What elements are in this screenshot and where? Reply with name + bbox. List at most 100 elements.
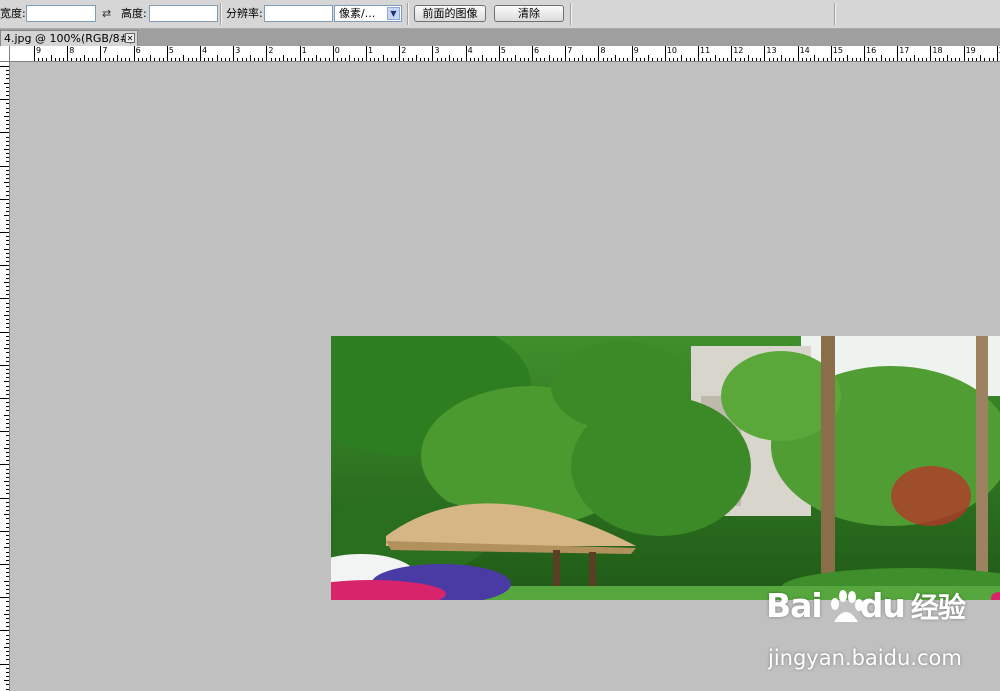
ruler-minor-tick [880, 55, 882, 61]
ruler-minor-tick [6, 368, 9, 370]
toolbar-divider [570, 3, 572, 25]
ruler-minor-tick [54, 58, 56, 61]
ruler-minor-tick [6, 534, 9, 536]
ruler-minor-tick [490, 58, 492, 61]
resolution-input[interactable] [264, 5, 333, 22]
ruler-minor-tick [6, 202, 9, 204]
vertical-ruler[interactable] [0, 62, 10, 691]
ruler-minor-tick [6, 373, 9, 375]
ruler-minor-tick [71, 58, 73, 61]
ruler-minor-tick [195, 58, 197, 61]
ruler-minor-tick [6, 277, 9, 279]
ruler-minor-tick [573, 58, 575, 61]
ruler-minor-tick [6, 501, 9, 503]
ruler-minor-tick [4, 414, 9, 416]
ruler-minor-tick [0, 364, 9, 366]
ruler-minor-tick [6, 107, 9, 109]
ruler-minor-tick [278, 58, 280, 61]
ruler-minor-tick [544, 58, 546, 61]
ruler-minor-tick [6, 427, 9, 429]
ruler-minor-tick [390, 58, 392, 61]
ruler-minor-tick [768, 58, 770, 61]
ruler-minor-tick [743, 58, 745, 61]
ruler-minor-tick [6, 339, 9, 341]
ruler-minor-tick [876, 58, 878, 61]
chevron-down-icon[interactable]: ▼ [387, 7, 400, 20]
ruler-major-tick [266, 46, 268, 61]
ruler-minor-tick [6, 136, 9, 138]
ruler-minor-tick [274, 58, 276, 61]
ruler-minor-tick [486, 58, 488, 61]
ruler-minor-tick [0, 132, 9, 134]
ruler-origin-corner[interactable] [0, 46, 10, 62]
ruler-major-tick [432, 46, 434, 61]
ruler-minor-tick [855, 58, 857, 61]
ruler-minor-tick [6, 526, 9, 528]
ruler-minor-tick [6, 493, 9, 495]
ruler-minor-tick [6, 522, 9, 524]
ruler-minor-tick [6, 344, 9, 346]
swap-dimensions-icon[interactable]: ⇄ [102, 7, 111, 20]
ruler-minor-tick [6, 605, 9, 607]
ruler-major-tick [996, 46, 998, 61]
ruler-minor-tick [415, 55, 417, 61]
ruler-minor-tick [6, 128, 9, 130]
ruler-minor-tick [229, 58, 231, 61]
ruler-major-tick [731, 46, 733, 61]
ruler-minor-tick [262, 58, 264, 61]
ruler-minor-tick [83, 55, 85, 61]
ruler-label: 11 [700, 46, 711, 55]
ruler-minor-tick [6, 601, 9, 603]
width-input[interactable] [26, 5, 96, 22]
ruler-minor-tick [395, 58, 397, 61]
ruler-minor-tick [681, 55, 683, 61]
ruler-minor-tick [303, 58, 305, 61]
ruler-major-tick [864, 46, 865, 61]
ruler-minor-tick [6, 124, 9, 126]
ruler-major-tick [532, 46, 533, 61]
ruler-label: 2 [268, 46, 274, 55]
ruler-minor-tick [129, 58, 131, 61]
ruler-minor-tick [187, 58, 189, 61]
ruler-major-tick [698, 46, 699, 61]
ruler-minor-tick [378, 58, 380, 61]
front-image-button[interactable]: 前面的图像 [414, 5, 486, 22]
ruler-major-tick [598, 46, 600, 61]
ruler-major-tick [830, 46, 832, 61]
ruler-minor-tick [909, 58, 911, 61]
horizontal-ruler[interactable]: 9876543210123456789101112131415161718192 [10, 46, 1000, 62]
ruler-minor-tick [6, 609, 9, 611]
ruler-minor-tick [6, 659, 9, 661]
resolution-unit-select[interactable]: 像素/... ▼ [334, 5, 402, 22]
ruler-minor-tick [710, 58, 712, 61]
height-input[interactable] [149, 5, 218, 22]
ruler-minor-tick [585, 58, 587, 61]
ruler-major-tick [764, 46, 766, 61]
ruler-minor-tick [175, 58, 177, 61]
ruler-minor-tick [934, 58, 936, 61]
ruler-minor-tick [6, 468, 9, 470]
ruler-minor-tick [0, 464, 9, 466]
ruler-minor-tick [515, 55, 517, 61]
ruler-minor-tick [469, 58, 471, 61]
ruler-minor-tick [6, 310, 9, 312]
ruler-minor-tick [353, 58, 355, 61]
ruler-minor-tick [92, 58, 94, 61]
ruler-minor-tick [6, 169, 9, 171]
ruler-minor-tick [6, 244, 9, 246]
ruler-minor-tick [6, 572, 9, 574]
close-icon[interactable]: ✕ [125, 33, 135, 43]
ruler-minor-tick [6, 584, 9, 586]
ruler-minor-tick [137, 58, 139, 61]
ruler-minor-tick [805, 58, 807, 61]
ruler-label: 8 [600, 46, 606, 55]
ruler-minor-tick [590, 58, 592, 61]
ruler-minor-tick [980, 55, 982, 61]
ruler-minor-tick [884, 58, 886, 61]
ruler-minor-tick [6, 676, 9, 678]
clear-button[interactable]: 清除 [494, 5, 564, 22]
document-tab-title: 4.jpg @ 100%(RGB/8#) [4, 32, 134, 45]
document-tab[interactable]: 4.jpg @ 100%(RGB/8#) ✕ [0, 30, 138, 46]
ruler-major-tick [963, 46, 965, 61]
ruler-minor-tick [627, 58, 629, 61]
